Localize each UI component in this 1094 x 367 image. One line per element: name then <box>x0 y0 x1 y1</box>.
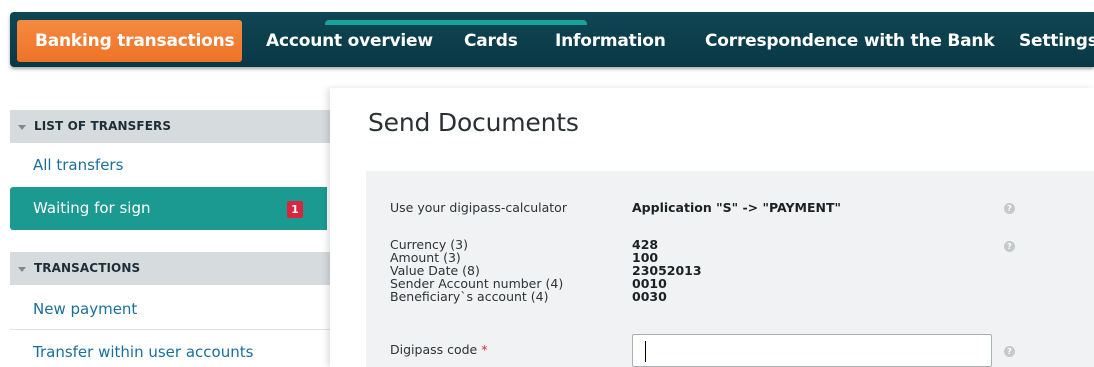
sidebar-item-transfer-within-accounts[interactable]: Transfer within user accounts <box>10 332 330 367</box>
sidebar-item-label: Waiting for sign <box>33 199 151 217</box>
caret-down-icon <box>18 267 26 272</box>
help-icon[interactable]: ? <box>1004 203 1015 214</box>
field-labels: Currency (3) Amount (3) Value Date (8) S… <box>390 238 563 303</box>
digipass-application-value: Application "S" -> "PAYMENT" <box>632 200 842 215</box>
count-badge: 1 <box>287 201 303 218</box>
digipass-code-label: Digipass code * <box>390 342 487 357</box>
section-title: LIST OF TRANSFERS <box>34 119 172 133</box>
help-icon[interactable]: ? <box>1004 241 1015 252</box>
nav-banking-transactions[interactable]: Banking transactions <box>17 20 242 62</box>
main-content: Send Documents Use your digipass-calcula… <box>330 88 1094 367</box>
beneficiary-account-label: Beneficiary`s account (4) <box>390 289 549 304</box>
section-title: TRANSACTIONS <box>34 261 141 275</box>
text-cursor <box>645 341 646 362</box>
top-navigation: Banking transactions Account overview Ca… <box>10 12 1094 67</box>
digipass-code-input[interactable] <box>632 334 992 367</box>
required-marker: * <box>481 342 488 357</box>
sidebar-item-new-payment[interactable]: New payment <box>10 289 330 329</box>
page-title: Send Documents <box>368 108 579 137</box>
sidebar-section-transactions[interactable]: TRANSACTIONS <box>10 252 330 285</box>
help-icon[interactable]: ? <box>1004 346 1015 357</box>
caret-down-icon <box>18 125 26 130</box>
sidebar: LIST OF TRANSFERS All transfers Waiting … <box>0 100 334 367</box>
sidebar-divider <box>10 329 330 330</box>
nav-settings[interactable]: Settings <box>1019 20 1094 62</box>
nav-information[interactable]: Information <box>555 20 666 62</box>
sidebar-item-waiting-for-sign[interactable]: Waiting for sign 1 <box>10 187 334 230</box>
digipass-code-label-text: Digipass code <box>390 342 478 357</box>
field-values: 428 100 23052013 0010 0030 <box>632 238 702 303</box>
nav-correspondence[interactable]: Correspondence with the Bank <box>705 20 995 62</box>
digipass-instruction-label: Use your digipass-calculator <box>390 200 567 215</box>
sidebar-section-list-of-transfers[interactable]: LIST OF TRANSFERS <box>10 110 330 143</box>
beneficiary-account-value: 0030 <box>632 289 667 304</box>
digipass-form: Use your digipass-calculator Application… <box>366 171 1094 367</box>
sidebar-item-all-transfers[interactable]: All transfers <box>10 145 330 185</box>
nav-cards[interactable]: Cards <box>464 20 518 62</box>
nav-account-overview[interactable]: Account overview <box>266 20 433 62</box>
